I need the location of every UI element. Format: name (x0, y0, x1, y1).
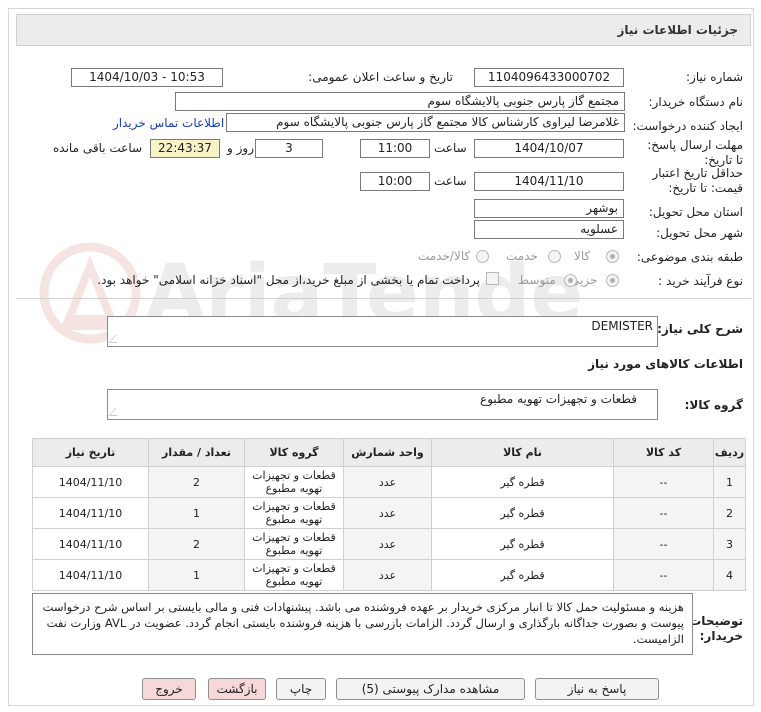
reply-button[interactable]: پاسخ به نیاز (535, 678, 659, 700)
reply-deadline-time-field: 11:00 (360, 139, 430, 158)
city-label: شهر محل تحویل: (656, 226, 743, 240)
cell-group: قطعات و تجهیزات تهویه مطبوع (244, 497, 344, 529)
cell-unit: عدد (343, 497, 432, 529)
title-bar: جزئیات اطلاعات نیاز (16, 14, 751, 46)
table-row: 4 -- قطره گیر عدد قطعات و تجهیزات تهویه … (32, 559, 746, 591)
reply-days-field: 3 (255, 139, 323, 158)
category-option-service: خدمت (506, 249, 538, 263)
cell-date: 1404/11/10 (32, 497, 149, 529)
cell-qty: 1 (148, 559, 245, 591)
col-name-header: نام کالا (431, 438, 614, 467)
cell-name: قطره گیر (431, 497, 614, 529)
city-field: عسلویه (474, 220, 624, 239)
category-radio-service[interactable] (548, 250, 561, 263)
cell-date: 1404/11/10 (32, 466, 149, 498)
price-validity-label: حداقل تاریخ اعتبار قیمت: تا تاریخ: (652, 166, 743, 195)
cell-code: -- (613, 466, 714, 498)
province-field: بوشهر (474, 199, 624, 218)
goods-group-value: قطعات و تجهیزات تهویه مطبوع (480, 392, 637, 406)
cell-unit: عدد (343, 466, 432, 498)
col-row-header: ردیف (713, 438, 746, 467)
category-radio-goods-service[interactable] (476, 250, 489, 263)
view-docs-button[interactable]: مشاهده مدارک پیوستی (5) (336, 678, 525, 700)
summary-label: شرح کلی نیاز: (657, 322, 743, 336)
price-validity-time-field: 10:00 (360, 172, 430, 191)
col-date-header: تاریخ نیاز (32, 438, 149, 467)
cell-qty: 2 (148, 466, 245, 498)
purchase-type-radio-minor[interactable] (606, 274, 619, 287)
cell-code: -- (613, 559, 714, 591)
cell-qty: 1 (148, 497, 245, 529)
summary-value: DEMISTER (591, 319, 653, 333)
col-unit-header: واحد شمارش (343, 438, 432, 467)
table-row: 1 -- قطره گیر عدد قطعات و تجهیزات تهویه … (32, 466, 746, 498)
province-label: استان محل تحویل: (648, 205, 743, 219)
cell-row: 3 (713, 528, 746, 560)
page-title: جزئیات اطلاعات نیاز (617, 23, 738, 37)
category-option-goods: کالا (574, 249, 591, 263)
payment-note-text: پرداخت تمام یا بخشی از مبلغ خرید،از محل … (97, 273, 480, 287)
col-group-header: گروه کالا (244, 438, 344, 467)
cell-group: قطعات و تجهیزات تهویه مطبوع (244, 559, 344, 591)
purchase-type-label: نوع فرآیند خرید : (658, 274, 743, 288)
price-validity-date-field: 1404/11/10 (474, 172, 624, 191)
col-qty-header: تعداد / مقدار (148, 438, 245, 467)
announce-datetime-label: تاریخ و ساعت اعلان عمومی: (308, 70, 453, 84)
resize-grip-icon[interactable] (108, 408, 124, 416)
cell-group: قطعات و تجهیزات تهویه مطبوع (244, 466, 344, 498)
buyer-org-field: مجتمع گاز پارس جنوبی پالایشگاه سوم (175, 92, 625, 111)
cell-code: -- (613, 528, 714, 560)
goods-group-label: گروه کالا: (684, 398, 743, 412)
announce-datetime-field: 1404/10/03 - 10:53 (71, 68, 223, 87)
category-label: طبقه بندی موضوعی: (636, 250, 743, 264)
cell-row: 2 (713, 497, 746, 529)
reply-deadline-time-label: ساعت (434, 141, 467, 155)
divider (16, 298, 751, 299)
reply-days-label: روز و (227, 141, 254, 155)
category-radio-goods[interactable] (606, 250, 619, 263)
purchase-type-option-medium: متوسط (518, 273, 556, 287)
exit-button[interactable]: خروج (142, 678, 196, 700)
cell-date: 1404/11/10 (32, 559, 149, 591)
cell-name: قطره گیر (431, 528, 614, 560)
remaining-time-field: 22:43:37 (150, 139, 220, 158)
payment-note-checkbox[interactable] (486, 272, 499, 285)
requester-field: غلامرضا لیراوی کارشناس کالا مجتمع گاز پا… (226, 113, 625, 132)
requester-label: ایجاد کننده درخواست: (632, 119, 743, 133)
goods-section-title: اطلاعات کالاهای مورد نیاز (588, 357, 743, 371)
cell-row: 4 (713, 559, 746, 591)
buyer-org-label: نام دستگاه خریدار: (648, 95, 744, 109)
resize-grip-icon[interactable] (108, 335, 124, 343)
table-row: 2 -- قطره گیر عدد قطعات و تجهیزات تهویه … (32, 497, 746, 529)
reply-deadline-label: مهلت ارسال پاسخ: تا تاریخ: (647, 138, 743, 167)
goods-group-textarea[interactable]: قطعات و تجهیزات تهویه مطبوع (107, 389, 658, 420)
buyer-notes-value: هزینه و مسئولیت حمل کالا تا انبار مرکزی … (42, 600, 684, 646)
print-button[interactable]: چاپ (276, 678, 326, 700)
back-button[interactable]: بازگشت (208, 678, 266, 700)
cell-row: 1 (713, 466, 746, 498)
table-header-row: ردیف کد کالا نام کالا واحد شمارش گروه کا… (32, 438, 746, 467)
cell-group: قطعات و تجهیزات تهویه مطبوع (244, 528, 344, 560)
need-number-field: 1104096433000702 (474, 68, 624, 87)
reply-deadline-date-field: 1404/10/07 (474, 139, 624, 158)
buyer-notes-textarea[interactable]: هزینه و مسئولیت حمل کالا تا انبار مرکزی … (32, 593, 693, 655)
purchase-type-radio-medium[interactable] (564, 274, 577, 287)
cell-qty: 2 (148, 528, 245, 560)
remaining-time-label: ساعت باقی مانده (53, 141, 143, 155)
col-code-header: کد کالا (613, 438, 714, 467)
price-validity-time-label: ساعت (434, 174, 467, 188)
cell-date: 1404/11/10 (32, 528, 149, 560)
cell-name: قطره گیر (431, 559, 614, 591)
category-option-goods-service: کالا/خدمت (418, 249, 471, 263)
summary-textarea[interactable]: DEMISTER (107, 316, 658, 347)
buyer-contact-link[interactable]: اطلاعات تماس خریدار (113, 116, 224, 130)
cell-unit: عدد (343, 528, 432, 560)
cell-code: -- (613, 497, 714, 529)
cell-name: قطره گیر (431, 466, 614, 498)
goods-table: ردیف کد کالا نام کالا واحد شمارش گروه کا… (32, 438, 746, 591)
need-number-label: شماره نیاز: (686, 70, 743, 84)
cell-unit: عدد (343, 559, 432, 591)
table-row: 3 -- قطره گیر عدد قطعات و تجهیزات تهویه … (32, 528, 746, 560)
